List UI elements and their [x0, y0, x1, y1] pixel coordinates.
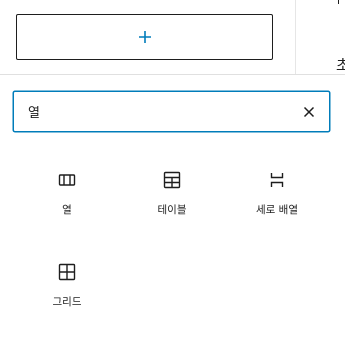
editor-canvas-strip: 초 — [0, 0, 345, 75]
block-item-stack[interactable]: 세로 배열 — [224, 168, 330, 238]
plus-icon — [137, 29, 153, 45]
panel-divider — [0, 74, 345, 75]
add-block-button[interactable] — [16, 14, 273, 60]
block-item-label: 열 — [62, 204, 72, 216]
stack-icon — [265, 168, 289, 192]
columns-icon — [55, 168, 79, 192]
block-item-grid[interactable]: 그리드 — [14, 260, 120, 330]
edge-text: 초 — [336, 56, 345, 74]
search-input[interactable] — [28, 92, 288, 131]
block-item-label: 테이블 — [157, 204, 187, 216]
close-icon[interactable] — [297, 100, 321, 124]
block-item-table[interactable]: 테이블 — [119, 168, 225, 238]
block-item-label: 그리드 — [52, 296, 82, 308]
block-item-columns[interactable]: 열 — [14, 168, 120, 238]
canvas-divider — [295, 0, 296, 75]
edge-mark — [338, 0, 339, 4]
block-inserter-panel: 초 열 테이블 — [0, 0, 345, 346]
block-item-label: 세로 배열 — [256, 204, 298, 216]
block-search-field — [13, 91, 330, 132]
grid-icon — [55, 260, 79, 284]
table-icon — [160, 168, 184, 192]
